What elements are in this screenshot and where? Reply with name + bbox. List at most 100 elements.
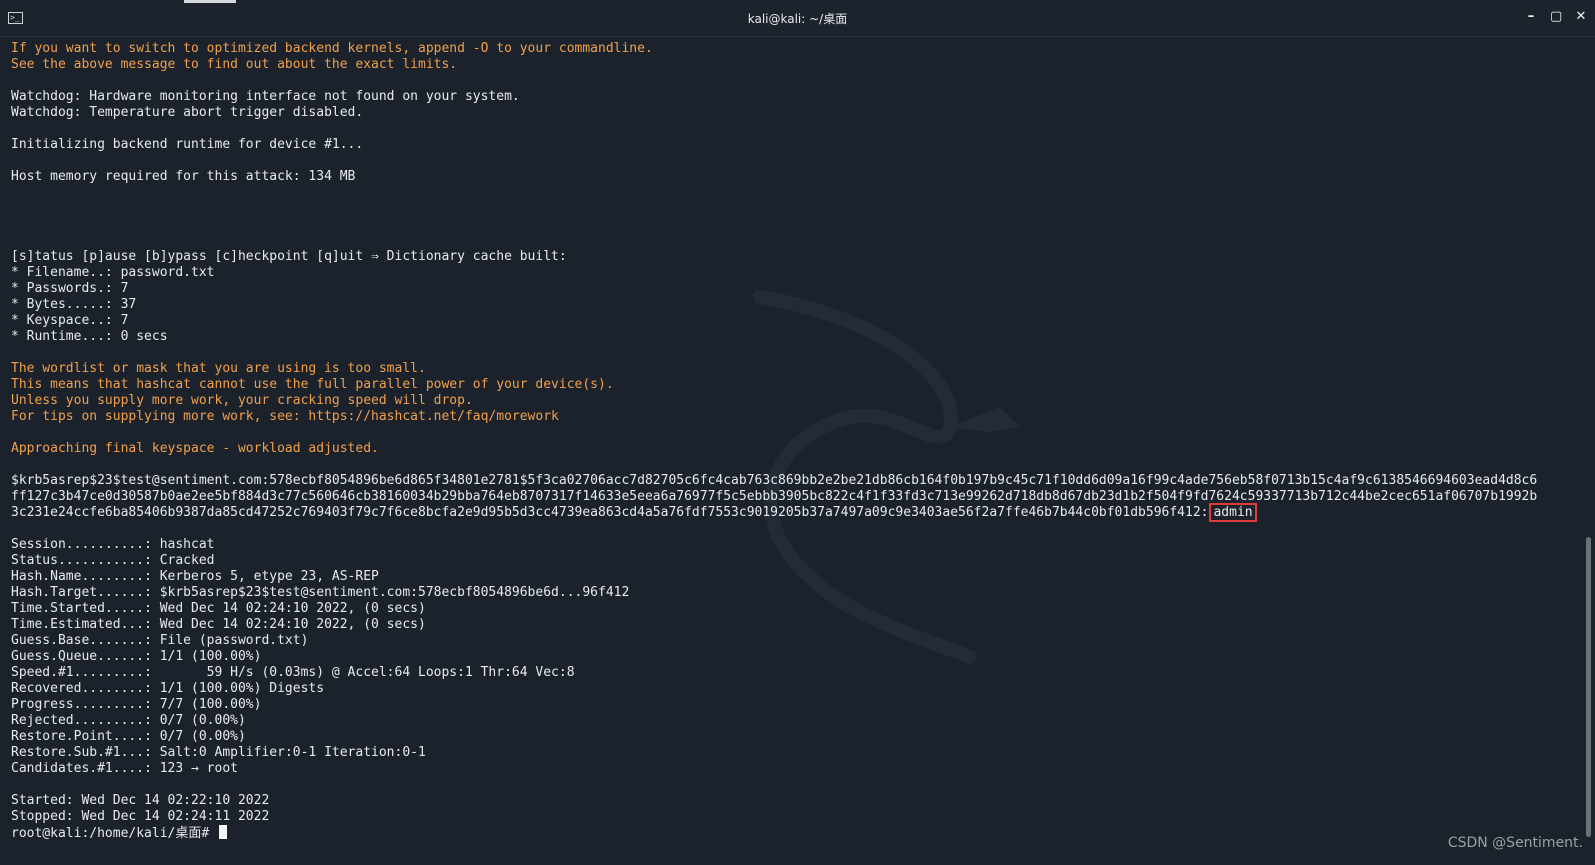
line-text: [s]tatus [p]ause [b]ypass [c]heckpoint […	[11, 249, 567, 264]
shell-prompt: root@kali:/home/kali/桌面#	[11, 825, 1537, 841]
line-text: Recovered........: 1/1 (100.00%) Digests	[11, 681, 325, 696]
window-controls: – ▢ ✕	[1525, 9, 1587, 25]
terminal-line: Watchdog: Hardware monitoring interface …	[11, 89, 1537, 105]
minimize-button[interactable]: –	[1525, 9, 1537, 25]
line-text: Started: Wed Dec 14 02:22:10 2022	[11, 793, 270, 808]
terminal-line: Rejected.........: 0/7 (0.00%)	[11, 713, 1537, 729]
terminal-line: * Filename..: password.txt	[11, 265, 1537, 281]
terminal-line: $krb5asrep$23$test@sentiment.com:578ecbf…	[11, 473, 1537, 489]
line-text: * Runtime...: 0 secs	[11, 329, 168, 344]
terminal-line: Initializing backend runtime for device …	[11, 137, 1537, 153]
terminal-line: See the above message to find out about …	[11, 57, 1537, 73]
line-text: Watchdog: Hardware monitoring interface …	[11, 89, 520, 104]
terminal-line: Guess.Base.......: File (password.txt)	[11, 633, 1537, 649]
close-button[interactable]: ✕	[1575, 9, 1587, 25]
maximize-button[interactable]: ▢	[1550, 9, 1562, 25]
line-text: Restore.Point....: 0/7 (0.00%)	[11, 729, 246, 744]
terminal-line: Approaching final keyspace - workload ad…	[11, 441, 1537, 457]
line-text: Approaching final keyspace - workload ad…	[11, 441, 379, 456]
line-text: Progress.........: 7/7 (100.00%)	[11, 697, 262, 712]
terminal-line: Restore.Sub.#1...: Salt:0 Amplifier:0-1 …	[11, 745, 1537, 761]
terminal-line: * Keyspace..: 7	[11, 313, 1537, 329]
line-text: * Keyspace..: 7	[11, 313, 129, 328]
terminal-line: Speed.#1.........: 59 H/s (0.03ms) @ Acc…	[11, 665, 1537, 681]
scrollbar[interactable]	[1586, 537, 1591, 837]
line-text: * Passwords.: 7	[11, 281, 129, 296]
line-text: Guess.Queue......: 1/1 (100.00%)	[11, 649, 262, 664]
terminal-line: This means that hashcat cannot use the f…	[11, 377, 1537, 393]
terminal-line: For tips on supplying more work, see: ht…	[11, 409, 1537, 425]
line-text: Host memory required for this attack: 13…	[11, 169, 356, 184]
line-text: Initializing backend runtime for device …	[11, 137, 364, 152]
tab-indicator	[184, 0, 236, 3]
line-text: Session..........: hashcat	[11, 537, 215, 552]
terminal-view[interactable]: If you want to switch to optimized backe…	[0, 37, 1595, 865]
terminal-line: Time.Estimated...: Wed Dec 14 02:24:10 2…	[11, 617, 1537, 633]
terminal-line: Progress.........: 7/7 (100.00%)	[11, 697, 1537, 713]
cracked-password-highlight: admin	[1209, 503, 1257, 522]
line-text: $krb5asrep$23$test@sentiment.com:578ecbf…	[11, 473, 1538, 488]
line-text: Restore.Sub.#1...: Salt:0 Amplifier:0-1 …	[11, 745, 426, 760]
terminal-line: * Runtime...: 0 secs	[11, 329, 1537, 345]
line-text: Candidates.#1....: 123 → root	[11, 761, 238, 776]
terminal-line: * Bytes.....: 37	[11, 297, 1537, 313]
terminal-line: [s]tatus [p]ause [b]ypass [c]heckpoint […	[11, 249, 1537, 265]
line-text: Status...........: Cracked	[11, 553, 215, 568]
line-text: The wordlist or mask that you are using …	[11, 361, 426, 376]
line-text: root@kali:/home/kali/桌面#	[11, 826, 218, 841]
terminal-line: ff127c3b47ce0d30587b0ae2ee5bf884d3c77c56…	[11, 489, 1537, 505]
line-text: This means that hashcat cannot use the f…	[11, 377, 614, 392]
line-text: Stopped: Wed Dec 14 02:24:11 2022	[11, 809, 270, 824]
line-text: Hash.Target......: $krb5asrep$23$test@se…	[11, 585, 630, 600]
terminal-line: Hash.Target......: $krb5asrep$23$test@se…	[11, 585, 1537, 601]
terminal-line: Stopped: Wed Dec 14 02:24:11 2022	[11, 809, 1537, 825]
line-text: If you want to switch to optimized backe…	[11, 41, 653, 56]
terminal-line: Hash.Name........: Kerberos 5, etype 23,…	[11, 569, 1537, 585]
terminal-line: Watchdog: Temperature abort trigger disa…	[11, 105, 1537, 121]
line-text: ff127c3b47ce0d30587b0ae2ee5bf884d3c77c56…	[11, 489, 1538, 504]
line-text: Watchdog: Temperature abort trigger disa…	[11, 105, 364, 120]
terminal-line: Started: Wed Dec 14 02:22:10 2022	[11, 793, 1537, 809]
line-text: Hash.Name........: Kerberos 5, etype 23,…	[11, 569, 379, 584]
terminal-line: Unless you supply more work, your cracki…	[11, 393, 1537, 409]
terminal-output: If you want to switch to optimized backe…	[11, 41, 1537, 841]
title-bar: >_ kali@kali: ~/桌面 – ▢ ✕	[0, 0, 1595, 37]
terminal-line: * Passwords.: 7	[11, 281, 1537, 297]
line-text: Unless you supply more work, your cracki…	[11, 393, 473, 408]
terminal-line: Status...........: Cracked	[11, 553, 1537, 569]
terminal-line: The wordlist or mask that you are using …	[11, 361, 1537, 377]
window-title: kali@kali: ~/桌面	[747, 12, 848, 26]
csdn-watermark: CSDN @Sentiment.	[1447, 835, 1583, 851]
line-text: * Bytes.....: 37	[11, 297, 137, 312]
line-text: Speed.#1.........: 59 H/s (0.03ms) @ Acc…	[11, 665, 575, 680]
terminal-line: Candidates.#1....: 123 → root	[11, 761, 1537, 777]
terminal-line: Recovered........: 1/1 (100.00%) Digests	[11, 681, 1537, 697]
terminal-line: If you want to switch to optimized backe…	[11, 41, 1537, 57]
terminal-line: Host memory required for this attack: 13…	[11, 169, 1537, 185]
line-text: For tips on supplying more work, see: ht…	[11, 409, 559, 424]
line-text: Rejected.........: 0/7 (0.00%)	[11, 713, 246, 728]
line-text: Guess.Base.......: File (password.txt)	[11, 633, 309, 648]
terminal-line: 3c231e24ccfe6ba85406b9387da85cd47252c769…	[11, 503, 1537, 522]
terminal-line: Restore.Point....: 0/7 (0.00%)	[11, 729, 1537, 745]
terminal-line: Guess.Queue......: 1/1 (100.00%)	[11, 649, 1537, 665]
text-cursor	[219, 825, 228, 839]
line-text: Time.Estimated...: Wed Dec 14 02:24:10 2…	[11, 617, 426, 632]
line-text: 3c231e24ccfe6ba85406b9387da85cd47252c769…	[11, 505, 1209, 520]
line-text: Time.Started.....: Wed Dec 14 02:24:10 2…	[11, 601, 426, 616]
line-text: * Filename..: password.txt	[11, 265, 215, 280]
terminal-line: Time.Started.....: Wed Dec 14 02:24:10 2…	[11, 601, 1537, 617]
line-text: See the above message to find out about …	[11, 57, 458, 72]
